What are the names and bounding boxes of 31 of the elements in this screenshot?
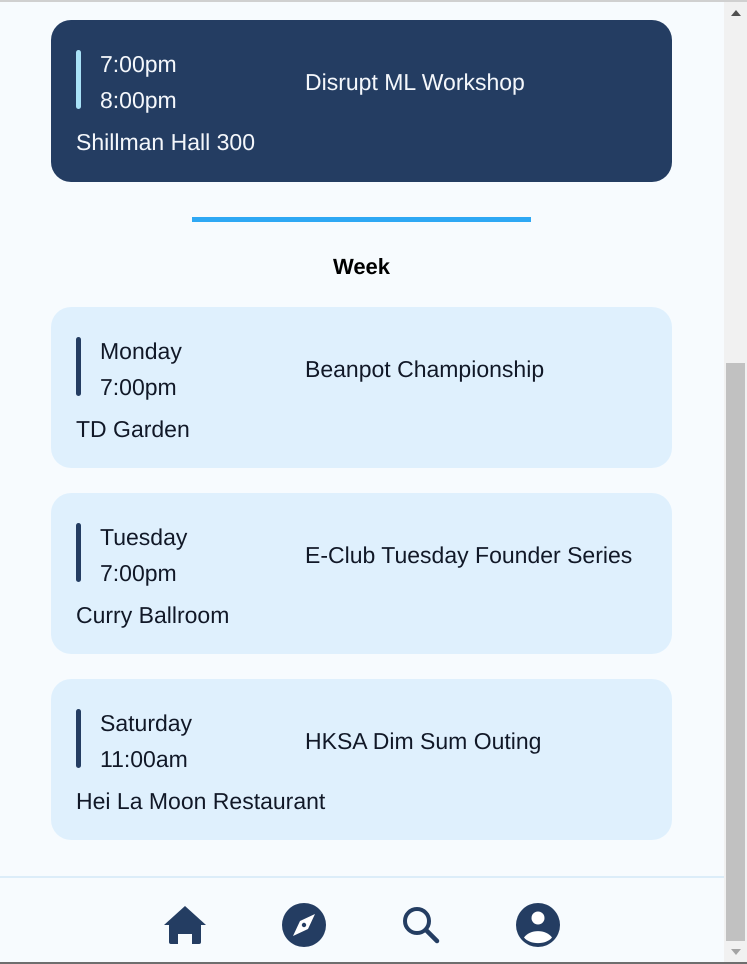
- event-time-text: 7:00pm: [100, 50, 177, 79]
- event-title: Beanpot Championship: [305, 355, 546, 384]
- event-time-text: Tuesday: [100, 523, 188, 552]
- event-time-text: 11:00am: [100, 745, 189, 774]
- event-title: E-Club Tuesday Founder Series: [305, 541, 634, 570]
- event-location: TD Garden: [76, 415, 191, 444]
- event-card[interactable]: Saturday 11:00am HKSA Dim Sum Outing Hei La Moon Restaurant: [51, 679, 672, 840]
- search-icon[interactable]: [402, 906, 440, 944]
- profile-icon[interactable]: [516, 903, 560, 947]
- event-time-text: Monday: [100, 337, 182, 366]
- section-heading: Week: [332, 254, 392, 280]
- event-card[interactable]: Tuesday 7:00pm E-Club Tuesday Founder Series Curry Ballroom: [51, 493, 672, 654]
- event-title: Disrupt ML Workshop: [305, 68, 526, 97]
- event-time-text: 8:00pm: [100, 86, 177, 115]
- event-location: Hei La Moon Restaurant: [76, 787, 326, 816]
- accent-bar: [76, 709, 81, 768]
- event-time-text: 7:00pm: [100, 559, 178, 588]
- event-card[interactable]: 7:00pm 8:00pm Disrupt ML Workshop Shillman Hall 300: [51, 20, 672, 182]
- event-time-text: 7:00pm: [100, 373, 178, 402]
- scrollbar-thumb[interactable]: [726, 363, 745, 941]
- event-card[interactable]: Monday 7:00pm Beanpot Championship TD Garden: [51, 307, 672, 468]
- event-title: HKSA Dim Sum Outing: [305, 727, 542, 756]
- accent-bar: [76, 337, 81, 396]
- event-time-text: Saturday: [100, 709, 192, 738]
- scroll-up-arrow-icon[interactable]: [730, 10, 740, 16]
- event-location: Curry Ballroom: [76, 601, 230, 630]
- home-icon[interactable]: [164, 906, 206, 944]
- event-location: Shillman Hall 300: [76, 128, 256, 157]
- accent-bar: [76, 523, 81, 582]
- compass-icon[interactable]: [282, 903, 326, 947]
- accent-bar: [76, 50, 81, 109]
